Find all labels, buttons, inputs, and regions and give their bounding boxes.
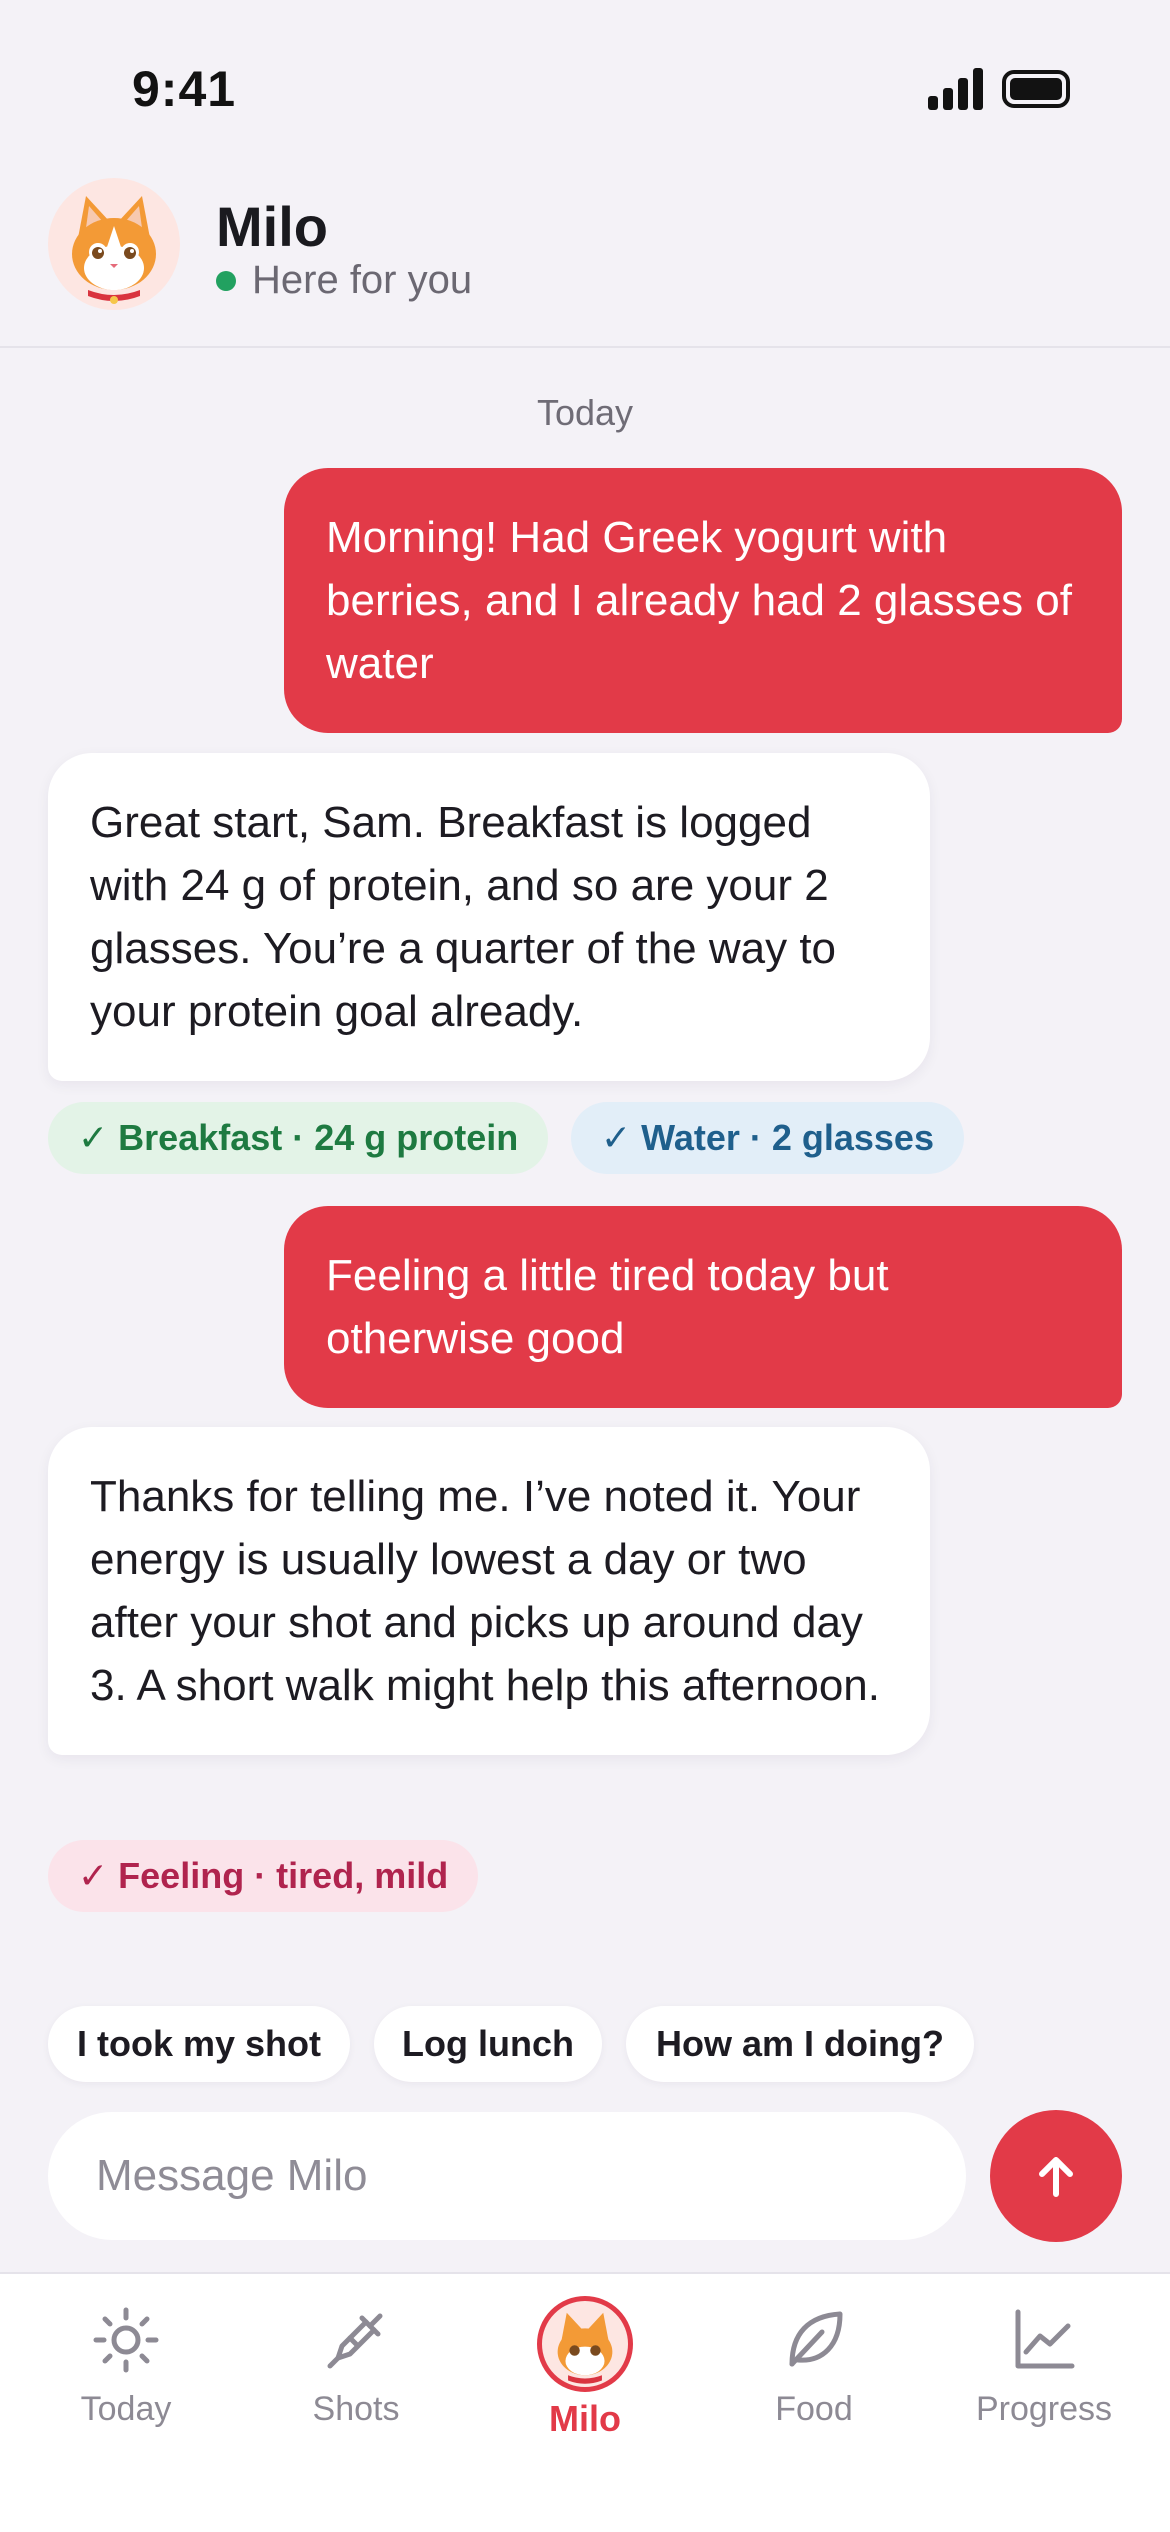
tab-today[interactable]: Today [9,2274,243,2474]
tab-progress[interactable]: Progress [927,2274,1161,2474]
contact-name: Milo [216,195,328,258]
send-button[interactable] [990,2110,1122,2242]
online-status-dot [216,270,236,291]
user-message: Morning! Had Greek yogurt with berries, … [284,468,1122,733]
check-icon: ✓ [78,1117,109,1158]
quick-reply-how-am-i-doing[interactable]: How am I doing? [626,2006,974,2082]
milo-avatar [48,178,180,310]
check-icon: ✓ [78,1855,109,1896]
tab-label: Food [775,2390,853,2428]
tab-label: Progress [975,2390,1113,2428]
log-chip-feeling: ✓ Feeling · tired, mild [48,1840,479,1912]
sun-icon [90,2304,162,2376]
contact-status: Here for you [216,258,472,303]
date-divider: Today [536,392,634,433]
chat-header: Milo Here for you [0,150,1170,348]
log-chip-label: Feeling · tired, mild [118,1855,449,1896]
contact-status-text: Here for you [252,258,473,302]
tab-label: Milo [549,2398,621,2439]
user-message: Feeling a little tired today but otherwi… [284,1206,1122,1408]
cat-avatar-icon [537,2296,633,2392]
tab-bar: Today Shots Milo Food Progress [0,2272,1170,2532]
log-chip-water: ✓ Water · 2 glasses [571,1102,964,1174]
tab-milo[interactable]: Milo [468,2274,702,2474]
tab-label: Today [80,2390,172,2428]
status-bar: 9:41 [0,0,1170,150]
arrow-up-icon [1039,2157,1073,2197]
tab-label: Shots [312,2390,400,2428]
tab-food[interactable]: Food [697,2274,931,2474]
cat-avatar-icon [72,196,156,304]
status-time: 9:41 [132,61,237,117]
check-icon: ✓ [601,1117,632,1158]
assistant-message: Thanks for telling me. I’ve noted it. Yo… [48,1427,930,1755]
signal-icon [928,68,983,110]
log-chip-breakfast: ✓ Breakfast · 24 g protein [48,1102,549,1174]
chart-icon [1008,2304,1080,2376]
assistant-message: Great start, Sam. Breakfast is logged wi… [48,753,930,1081]
leaf-icon [778,2304,850,2376]
log-chip-label: Breakfast · 24 g protein [118,1117,519,1158]
quick-reply-log-lunch[interactable]: Log lunch [374,2006,602,2082]
syringe-icon [320,2304,392,2376]
log-chip-label: Water · 2 glasses [641,1117,934,1158]
quick-reply-took-shot[interactable]: I took my shot [48,2006,350,2082]
tab-shots[interactable]: Shots [239,2274,473,2474]
message-input[interactable] [48,2112,966,2240]
battery-icon [1002,70,1070,108]
